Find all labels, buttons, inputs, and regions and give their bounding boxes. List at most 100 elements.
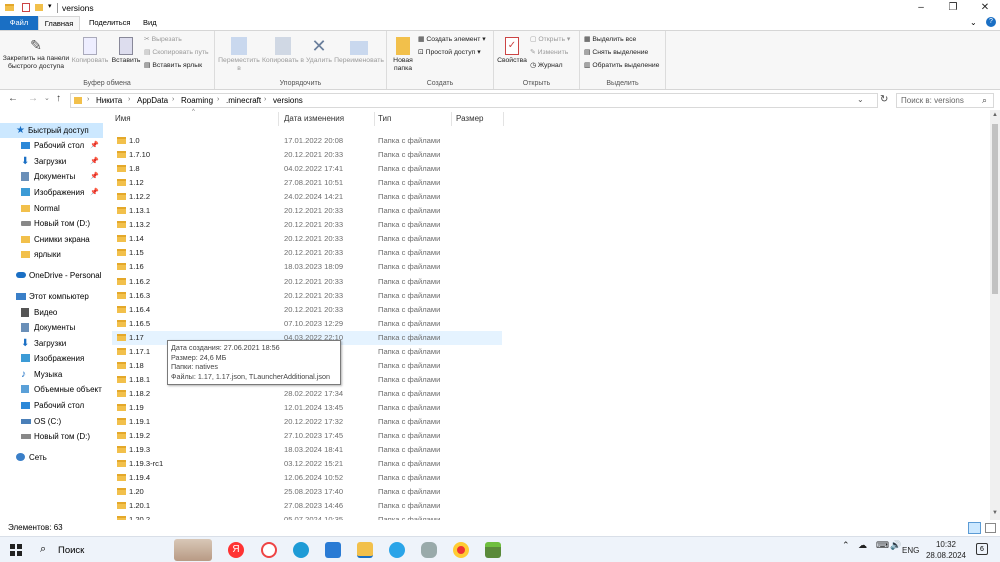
new-item-button[interactable]: ▦ Создать элемент ▾ [418, 35, 486, 45]
nav-screenshots[interactable]: Снимки экрана [0, 232, 103, 247]
yandex-icon[interactable]: Я [228, 542, 244, 558]
nav-pinned-pictures[interactable]: Изображения 📌 [0, 185, 103, 200]
nav-drive-d[interactable]: Новый том (D:) [0, 216, 103, 231]
nav-pc-drive-c[interactable]: OS (C:) [0, 414, 103, 429]
minecraft-icon[interactable] [485, 542, 501, 558]
nav-pinned-downloads[interactable]: ⬇ Загрузки 📌 [0, 154, 103, 169]
rename-button[interactable]: Переименовать [333, 37, 385, 65]
column-header-date[interactable]: Дата изменения [284, 114, 344, 123]
nav-shortcuts[interactable]: ярлыки [0, 247, 103, 262]
nav-normal[interactable]: Normal [0, 201, 103, 216]
chrome-icon[interactable] [453, 542, 469, 558]
vpn-icon[interactable] [389, 542, 405, 558]
file-row[interactable]: 1.14 20.12.2021 20:33 Папка с файлами [112, 232, 502, 246]
nav-quick-access[interactable]: ★ Быстрый доступ [0, 123, 103, 138]
crumb-appdata[interactable]: AppData [137, 96, 168, 105]
nav-pinned-desktop[interactable]: Рабочий стол 📌 [0, 138, 103, 153]
file-row[interactable]: 1.0 17.01.2022 20:08 Папка с файлами [112, 134, 502, 148]
crumb-versions[interactable]: versions [273, 96, 303, 105]
clock-time[interactable]: 10:32 [930, 540, 962, 549]
file-row[interactable]: 1.18.2 28.02.2022 17:34 Папка с файлами [112, 387, 502, 401]
file-row[interactable]: 1.12.2 24.02.2024 14:21 Папка с файлами [112, 190, 502, 204]
new-folder-button[interactable]: Новая папка [389, 37, 417, 73]
search-input[interactable]: Поиск в: versions [896, 93, 994, 108]
cut-button[interactable]: ✂ Вырезать [144, 35, 182, 45]
file-row[interactable]: 1.19.3-rc1 03.12.2022 15:21 Папка с файлам… [112, 457, 502, 471]
edge-icon[interactable] [293, 542, 309, 558]
file-row[interactable]: 1.16.2 20.12.2021 20:33 Папка с файлами [112, 275, 502, 289]
network-tray-icon[interactable]: ☁ [858, 541, 867, 550]
nav-pinned-documents[interactable]: Документы 📌 [0, 169, 103, 184]
tab-share[interactable]: Поделиться [80, 16, 139, 30]
file-row[interactable]: 1.19.1 20.12.2022 17:32 Папка с файлами [112, 415, 502, 429]
file-row[interactable]: 1.16 18.03.2023 18:09 Папка с файлами [112, 260, 502, 274]
delete-button[interactable]: ✕ Удалить [305, 37, 333, 65]
file-row[interactable]: 1.13.1 20.12.2021 20:33 Папка с файлами [112, 204, 502, 218]
file-row[interactable]: 1.16.4 20.12.2021 20:33 Папка с файлами [112, 303, 502, 317]
file-row[interactable]: 1.12 27.08.2021 10:51 Папка с файлами [112, 176, 502, 190]
file-row[interactable]: 1.8 04.02.2022 17:41 Папка с файлами [112, 162, 502, 176]
maximize-button[interactable]: ❐ [938, 0, 968, 16]
file-row[interactable]: 1.7.10 20.12.2021 20:33 Папка с файлами [112, 148, 502, 162]
properties-qa-icon[interactable] [22, 3, 30, 12]
nav-pc-pictures[interactable]: Изображения [0, 351, 103, 366]
tab-view[interactable]: Вид [134, 16, 166, 30]
file-row[interactable]: 1.20 25.08.2023 17:40 Папка с файлами [112, 485, 502, 499]
nav-pc-drive-d[interactable]: Новый том (D:) [0, 429, 103, 444]
up-icon[interactable]: ↑ [56, 93, 61, 104]
minimize-button[interactable]: – [906, 0, 936, 16]
file-row[interactable]: 1.20.1 27.08.2023 14:46 Папка с файлами [112, 499, 502, 513]
nav-network[interactable]: Сеть [0, 450, 103, 465]
copy-to-button[interactable]: Копировать в [261, 37, 305, 65]
new-folder-qa-icon[interactable] [35, 4, 43, 11]
clock-date[interactable]: 28.08.2024 [924, 551, 968, 560]
tab-file[interactable]: Файл [0, 16, 38, 30]
nav-onedrive[interactable]: OneDrive - Personal [0, 268, 103, 283]
select-all-button[interactable]: ▦ Выделить все [584, 35, 636, 45]
help-icon[interactable]: ? [986, 17, 996, 27]
file-explorer-icon[interactable] [357, 542, 373, 558]
file-row[interactable]: 1.19.4 12.06.2024 10:52 Папка с файлами [112, 471, 502, 485]
language-indicator[interactable]: ENG [902, 546, 919, 555]
scroll-thumb[interactable] [992, 124, 998, 294]
taskbar-search-box[interactable]: ⌕ Поиск [34, 539, 214, 561]
nav-pc-desktop[interactable]: Рабочий стол [0, 398, 103, 413]
volume-icon[interactable]: 🔊 [890, 541, 901, 550]
file-row[interactable]: 1.19.2 27.10.2023 17:45 Папка с файлами [112, 429, 502, 443]
file-row[interactable]: 1.16.5 07.10.2023 12:29 Папка с файлами [112, 317, 502, 331]
nav-pc-3d[interactable]: Объемные объект [0, 382, 103, 397]
invert-selection-button[interactable]: ▥ Обратить выделение [584, 61, 659, 71]
large-icons-view-icon[interactable] [985, 523, 996, 533]
paste-button[interactable]: Вставить [110, 37, 142, 65]
vertical-scrollbar[interactable]: ▲ ▼ [990, 110, 1000, 520]
nav-this-pc[interactable]: Этот компьютер [0, 289, 103, 304]
address-dropdown-icon[interactable]: ⌄ [857, 95, 864, 104]
open-button[interactable]: ▢ Открыть ▾ [530, 35, 570, 45]
crumb-roaming[interactable]: Roaming [181, 96, 213, 105]
history-button[interactable]: ◷ Журнал [530, 61, 563, 71]
mouse-app-icon[interactable] [421, 542, 437, 558]
column-header-type[interactable]: Тип [378, 114, 391, 123]
file-row[interactable]: 1.19.3 18.03.2024 18:41 Папка с файлами [112, 443, 502, 457]
pin-quick-access-button[interactable]: ✎ Закрепить на панели быстрого доступа [2, 37, 70, 71]
notifications-icon[interactable]: 6 [976, 543, 988, 555]
refresh-icon[interactable]: ↻ [880, 94, 888, 105]
copy-button[interactable]: Копировать [70, 37, 110, 65]
close-button[interactable]: ✕ [970, 0, 1000, 16]
crumb-minecraft[interactable]: .minecraft [226, 96, 261, 105]
file-row[interactable]: 1.15 20.12.2021 20:33 Папка с файлами [112, 246, 502, 260]
file-row[interactable]: 1.16.3 20.12.2021 20:33 Папка с файлами [112, 289, 502, 303]
nav-pc-music[interactable]: ♪ Музыка [0, 367, 103, 382]
nav-pc-documents[interactable]: Документы [0, 320, 103, 335]
easy-access-button[interactable]: ⊡ Простой доступ ▾ [418, 48, 481, 58]
recent-dropdown-icon[interactable]: ⌄ [44, 94, 50, 102]
address-box[interactable]: › Никита › AppData › Roaming › .minecraf… [70, 93, 878, 108]
tab-home[interactable]: Главная [38, 16, 80, 30]
forward-icon[interactable]: → [28, 93, 38, 104]
select-none-button[interactable]: ▤ Снять выделение [584, 48, 648, 58]
mail-icon[interactable] [325, 542, 341, 558]
file-row[interactable]: 1.13.2 20.12.2021 20:33 Папка с файлами [112, 218, 502, 232]
yandex-browser-icon[interactable] [261, 542, 277, 558]
windows-start-icon[interactable] [10, 544, 22, 556]
details-view-icon[interactable] [968, 522, 981, 534]
